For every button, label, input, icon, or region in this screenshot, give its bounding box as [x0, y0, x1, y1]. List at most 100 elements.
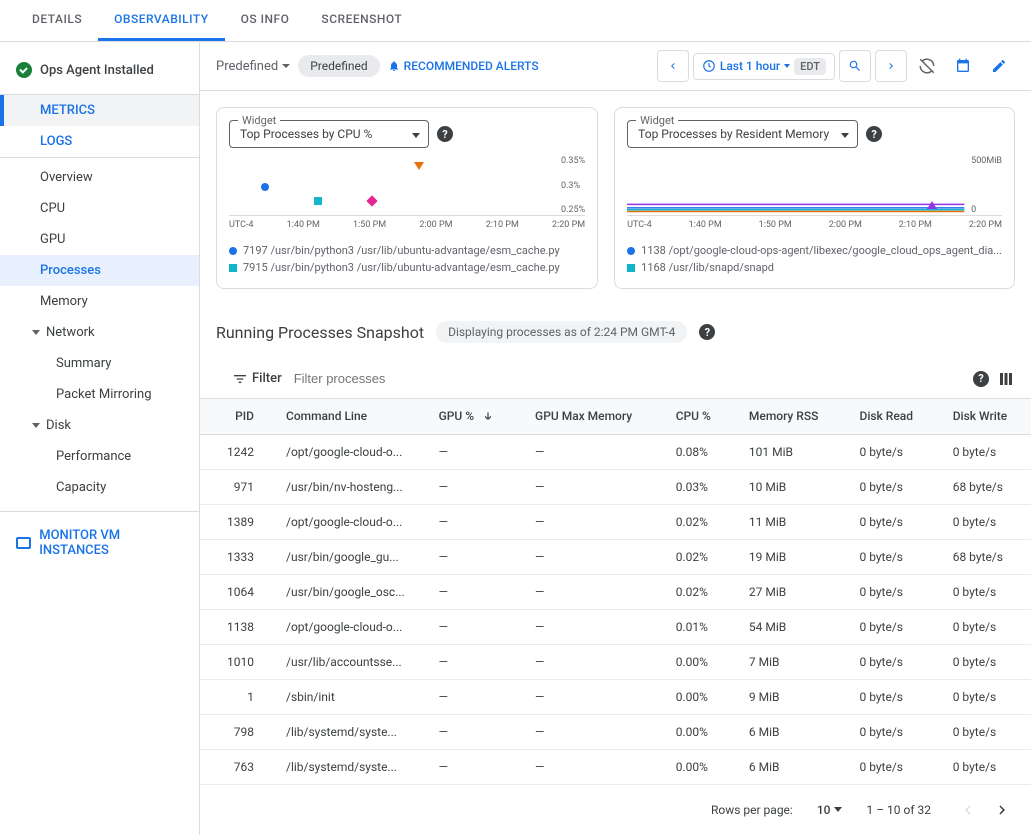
- table-row[interactable]: 1064 /usr/bin/google_osc... — — 0.02% 27…: [200, 574, 1031, 609]
- legend-label: 1168 /usr/lib/snapd/snapd: [641, 261, 774, 274]
- cell-rss: 54 MiB: [733, 609, 844, 644]
- table-row[interactable]: 1333 /usr/bin/google_gu... — — 0.02% 19 …: [200, 539, 1031, 574]
- processes-table: PID Command Line GPU % GPU Max Memory CP…: [200, 399, 1031, 785]
- help-icon[interactable]: ?: [866, 126, 882, 142]
- agent-status: Ops Agent Installed: [0, 50, 199, 90]
- arrow-down-icon: [481, 410, 495, 424]
- tab-screenshot[interactable]: SCREENSHOT: [305, 0, 418, 41]
- nav-capacity[interactable]: Capacity: [0, 472, 199, 503]
- cell-pid: 1010: [200, 644, 270, 679]
- nav-metrics[interactable]: METRICS: [0, 95, 199, 126]
- table-row[interactable]: 1010 /usr/lib/accountsse... — — 0.00% 7 …: [200, 644, 1031, 679]
- col-pid[interactable]: PID: [200, 399, 270, 434]
- columns-icon[interactable]: [997, 370, 1015, 388]
- pagination-range: 1 – 10 of 32: [866, 803, 931, 817]
- pagination: Rows per page: 10 1 – 10 of 32: [200, 785, 1031, 835]
- table-row[interactable]: 1389 /opt/google-cloud-o... — — 0.02% 11…: [200, 504, 1031, 539]
- legend-item[interactable]: 7197 /usr/bin/python3 /usr/lib/ubuntu-ad…: [229, 242, 585, 259]
- cell-cpu: 0.03%: [660, 469, 733, 504]
- nav-packet-mirroring[interactable]: Packet Mirroring: [0, 379, 199, 410]
- table-row[interactable]: 763 /lib/systemd/syste... — — 0.00% 6 Mi…: [200, 749, 1031, 784]
- help-icon[interactable]: ?: [699, 324, 715, 340]
- nav-network[interactable]: Network: [0, 317, 199, 348]
- search-icon: [848, 59, 862, 73]
- time-range-label: Last 1 hour: [720, 59, 780, 73]
- data-point: [366, 196, 377, 207]
- col-cmd[interactable]: Command Line: [270, 399, 423, 434]
- legend-swatch: [627, 264, 635, 272]
- cell-pid: 798: [200, 714, 270, 749]
- dashboard-type-label: Predefined: [216, 59, 278, 74]
- col-gpu-mem[interactable]: GPU Max Memory: [519, 399, 660, 434]
- col-mem-rss[interactable]: Memory RSS: [733, 399, 844, 434]
- bell-icon: [388, 60, 400, 72]
- table-row[interactable]: 1242 /opt/google-cloud-o... — — 0.08% 10…: [200, 434, 1031, 469]
- legend-item[interactable]: 7915 /usr/bin/python3 /usr/lib/ubuntu-ad…: [229, 259, 585, 276]
- x-axis-labels: UTC-4 1:40 PM 1:50 PM 2:00 PM 2:10 PM 2:…: [229, 216, 585, 234]
- cell-gpu: —: [423, 504, 519, 539]
- chevron-left-icon: [667, 60, 679, 72]
- cell-dr: 0 byte/s: [843, 539, 936, 574]
- nav-overview[interactable]: Overview: [0, 162, 199, 193]
- cell-gpu: —: [423, 749, 519, 784]
- table-row[interactable]: 971 /usr/bin/nv-hosteng... — — 0.03% 10 …: [200, 469, 1031, 504]
- recommended-alerts-button[interactable]: RECOMMENDED ALERTS: [388, 59, 539, 73]
- table-row[interactable]: 1138 /opt/google-cloud-o... — — 0.01% 54…: [200, 609, 1031, 644]
- help-icon[interactable]: ?: [973, 371, 989, 387]
- check-circle-icon: [16, 62, 32, 78]
- col-disk-write[interactable]: Disk Write: [937, 399, 1031, 434]
- calendar-button[interactable]: [947, 50, 979, 82]
- timestamp-chip: Displaying processes as of 2:24 PM GMT-4: [436, 321, 687, 343]
- cell-dw: 0 byte/s: [937, 609, 1031, 644]
- dashboard-type-dropdown[interactable]: Predefined: [216, 59, 290, 74]
- memory-chart[interactable]: 500MiB 0: [627, 156, 1002, 216]
- y-axis-labels: 0.35% 0.3% 0.25%: [561, 156, 585, 215]
- rows-per-page-label: Rows per page:: [711, 803, 793, 817]
- auto-refresh-toggle[interactable]: [911, 50, 943, 82]
- table-header-row: PID Command Line GPU % GPU Max Memory CP…: [200, 399, 1031, 434]
- page-size-selector[interactable]: 10: [817, 803, 843, 817]
- legend-item[interactable]: 1168 /usr/lib/snapd/snapd: [627, 259, 1002, 276]
- col-cpu-pct[interactable]: CPU %: [660, 399, 733, 434]
- table-row[interactable]: 1 /sbin/init — — 0.00% 9 MiB 0 byte/s 0 …: [200, 679, 1031, 714]
- nav-gpu[interactable]: GPU: [0, 224, 199, 255]
- memory-widget-selector[interactable]: Widget Top Processes by Resident Memory: [627, 120, 858, 148]
- legend-label: 7197 /usr/bin/python3 /usr/lib/ubuntu-ad…: [243, 244, 560, 257]
- filter-input[interactable]: [290, 367, 965, 390]
- col-gpu-pct[interactable]: GPU %: [423, 399, 519, 434]
- edit-button[interactable]: [983, 50, 1015, 82]
- cell-gpu: —: [423, 714, 519, 749]
- cell-gmem: —: [519, 609, 660, 644]
- nav-disk[interactable]: Disk: [0, 410, 199, 441]
- pencil-icon: [991, 58, 1007, 74]
- nav-memory[interactable]: Memory: [0, 286, 199, 317]
- cell-pid: 1064: [200, 574, 270, 609]
- predefined-chip: Predefined: [298, 55, 379, 77]
- help-icon[interactable]: ?: [437, 126, 453, 142]
- nav-logs[interactable]: LOGS: [0, 126, 199, 157]
- cell-rss: 19 MiB: [733, 539, 844, 574]
- next-page-button[interactable]: [989, 797, 1015, 823]
- tab-osinfo[interactable]: OS INFO: [225, 0, 306, 41]
- tab-observability[interactable]: OBSERVABILITY: [98, 0, 225, 41]
- cell-rss: 10 MiB: [733, 469, 844, 504]
- cell-gmem: —: [519, 644, 660, 679]
- table-row[interactable]: 798 /lib/systemd/syste... — — 0.00% 6 Mi…: [200, 714, 1031, 749]
- time-prev-button[interactable]: [657, 50, 689, 82]
- col-disk-read[interactable]: Disk Read: [843, 399, 936, 434]
- time-range-selector[interactable]: Last 1 hour EDT: [693, 53, 835, 80]
- tab-details[interactable]: DETAILS: [16, 0, 98, 41]
- cpu-widget-selector[interactable]: Widget Top Processes by CPU %: [229, 120, 429, 148]
- cell-pid: 971: [200, 469, 270, 504]
- cpu-chart[interactable]: 0.35% 0.3% 0.25%: [229, 156, 585, 216]
- nav-processes[interactable]: Processes: [0, 255, 199, 286]
- time-next-button[interactable]: [875, 50, 907, 82]
- nav-summary[interactable]: Summary: [0, 348, 199, 379]
- prev-page-button[interactable]: [955, 797, 981, 823]
- search-button[interactable]: [839, 50, 871, 82]
- legend-item[interactable]: 1138 /opt/google-cloud-ops-agent/libexec…: [627, 242, 1002, 259]
- nav-performance[interactable]: Performance: [0, 441, 199, 472]
- nav-cpu[interactable]: CPU: [0, 193, 199, 224]
- monitor-vm-instances-link[interactable]: MONITOR VM INSTANCES: [0, 511, 199, 574]
- main-tabs: DETAILS OBSERVABILITY OS INFO SCREENSHOT: [0, 0, 1031, 42]
